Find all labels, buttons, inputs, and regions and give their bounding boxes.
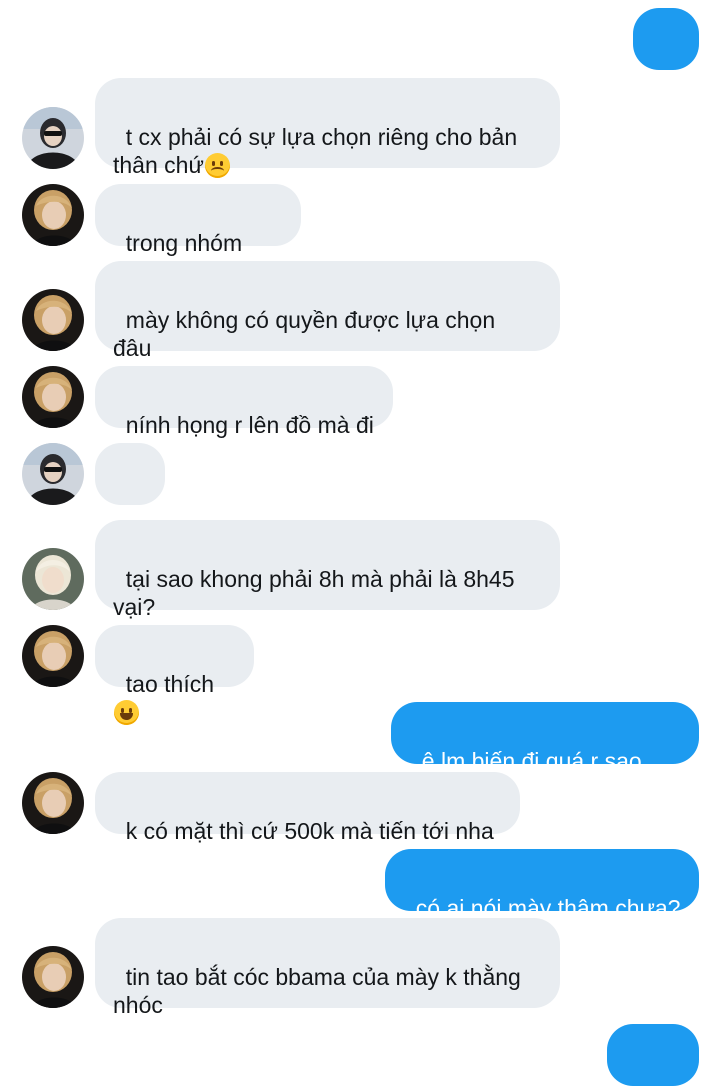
message-bubble-incoming[interactable]: k có mặt thì cứ 500k mà tiến tới nha — [95, 772, 520, 844]
message-bubble-outgoing[interactable]: 🙌🙏 — [607, 1024, 699, 1086]
message-text: mày không có quyền được lựa chọn — [125, 307, 496, 333]
message-text: tao thích — [125, 671, 215, 697]
message-bubble-incoming[interactable]: t cx phải có sự lựa chọn riêng cho bản th… — [95, 78, 560, 178]
avatar-blond[interactable] — [22, 366, 84, 428]
message-text: k có mặt thì cứ 500k mà tiến tới nha — [125, 818, 494, 844]
avatar-platinum[interactable] — [22, 548, 84, 610]
avatar-dark-hoodie[interactable] — [22, 107, 84, 169]
message-bubble-incoming[interactable]: mày không có quyền được lựa chọn đâu — [95, 261, 560, 361]
avatar-dark-hoodie[interactable] — [22, 443, 84, 505]
message-bubble-outgoing[interactable]: gì? — [633, 8, 699, 108]
avatar-blond[interactable] — [22, 184, 84, 246]
message-text: đâu — [113, 335, 152, 361]
message-bubble-incoming[interactable]: má — [95, 443, 165, 543]
avatar-blond[interactable] — [22, 289, 84, 351]
message-bubble-outgoing[interactable]: ê lm biến đi quá r sao giờ — [391, 702, 699, 802]
message-text: vại? — [113, 594, 156, 620]
message-bubble-incoming[interactable]: tại sao khong phải 8h mà phải là 8h45 vại… — [95, 520, 560, 620]
message-text: nhóc — [113, 992, 163, 1018]
message-text: thân chứ — [113, 152, 204, 178]
avatar-blond[interactable] — [22, 946, 84, 1008]
message-text: tin tao bắt cóc bbama của mày k thằng — [125, 964, 521, 990]
disappointed-face-emoji — [204, 153, 230, 178]
message-bubble-incoming[interactable]: tao thích — [95, 625, 254, 725]
message-bubble-incoming[interactable]: nính họng r lên đồ mà đi — [95, 366, 393, 438]
avatar-blond[interactable] — [22, 625, 84, 687]
message-text: tại sao khong phải 8h mà phải là 8h45 — [125, 566, 515, 592]
message-bubble-incoming[interactable]: trong nhóm này — [95, 184, 301, 284]
message-bubble-incoming[interactable]: tin tao bắt cóc bbama của mày k thằng nhó… — [95, 918, 560, 1018]
grinning-face-emoji — [114, 700, 139, 725]
avatar-blond[interactable] — [22, 772, 84, 834]
message-text: nính họng r lên đồ mà đi — [125, 412, 374, 438]
message-bubble-outgoing[interactable]: có ai nói mày thâm chưa? — [385, 849, 699, 921]
message-text: gì? — [651, 82, 683, 108]
message-text: t cx phải có sự lựa chọn riêng cho bản — [125, 124, 518, 150]
